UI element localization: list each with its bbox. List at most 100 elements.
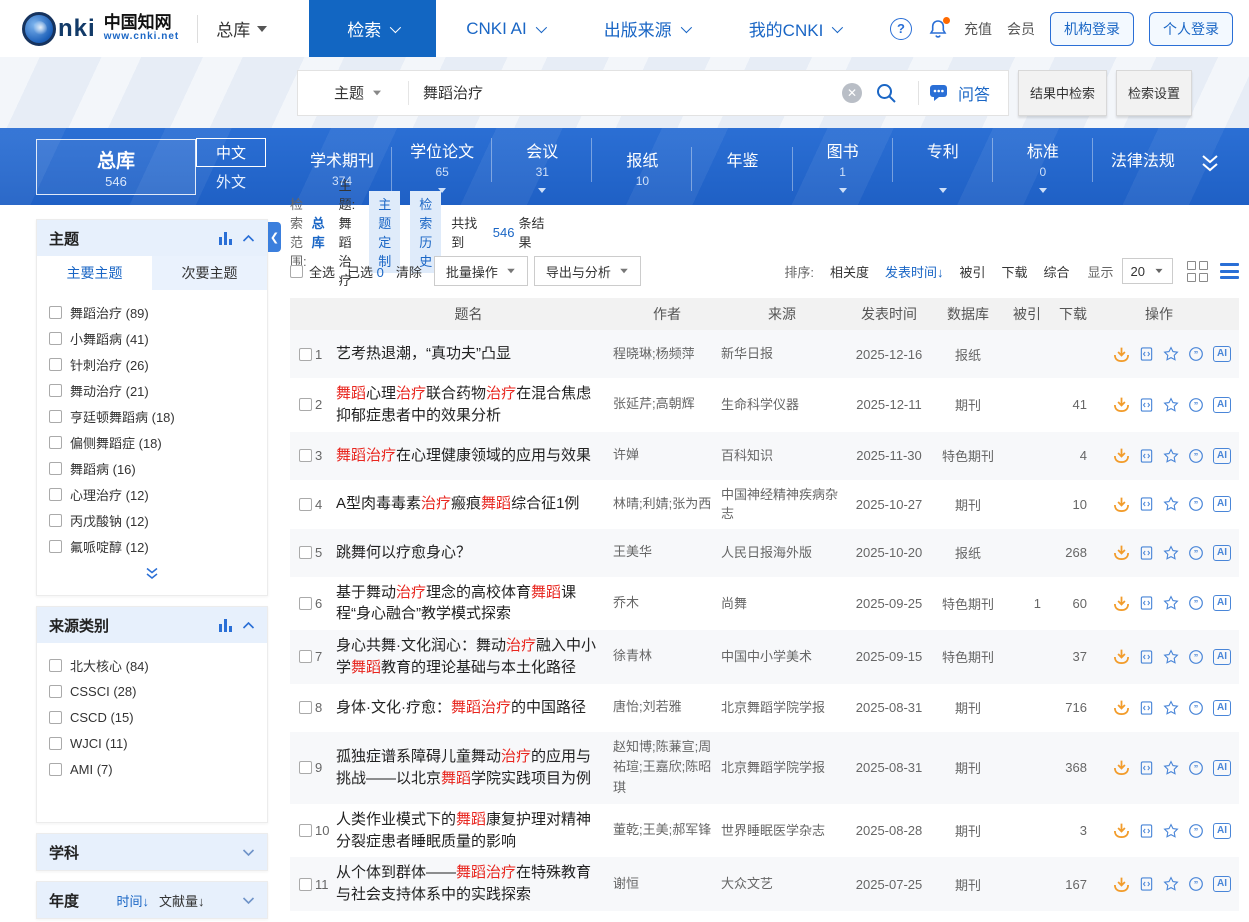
checkbox[interactable]: [49, 540, 62, 553]
checkbox[interactable]: [49, 659, 62, 672]
checkbox[interactable]: [49, 711, 62, 724]
result-source[interactable]: 北京舞蹈学院学报: [721, 698, 843, 718]
checkbox[interactable]: [49, 306, 62, 319]
search-icon[interactable]: [874, 81, 898, 105]
download-icon[interactable]: [1113, 699, 1130, 716]
row-checkbox[interactable]: [299, 878, 312, 891]
year-sort-time[interactable]: 时间↓: [116, 891, 149, 910]
subject-filter-丙戊酸钠[interactable]: 丙戊酸钠 (12): [49, 507, 255, 533]
subject-filter-舞蹈病[interactable]: 舞蹈病 (16): [49, 455, 255, 481]
collect-icon[interactable]: [1163, 700, 1179, 716]
checkbox[interactable]: [49, 410, 62, 423]
result-source[interactable]: 世界睡眠医学杂志: [721, 821, 843, 841]
search-settings-button[interactable]: 检索设置: [1116, 70, 1192, 116]
db-tab-报纸[interactable]: 报纸10: [592, 145, 692, 189]
row-checkbox[interactable]: [299, 449, 312, 462]
ai-icon[interactable]: AI: [1213, 760, 1231, 776]
checkbox[interactable]: [49, 384, 62, 397]
collect-icon[interactable]: [1163, 760, 1179, 776]
checkbox[interactable]: [49, 737, 62, 750]
row-checkbox[interactable]: [299, 597, 312, 610]
result-title-link[interactable]: 从个体到群体——舞蹈治疗在特殊教育与社会支持体系中的实践探索: [336, 862, 613, 906]
clear-selection-button[interactable]: 清除: [396, 262, 422, 281]
year-sort-volume[interactable]: 文献量↓: [159, 891, 205, 910]
result-authors[interactable]: 赵知博;陈蒹宣;周祐瑄;王嘉欣;陈昭琪: [613, 737, 721, 799]
result-title-link[interactable]: 身体·文化·疗愈：舞蹈治疗的中国路径: [336, 697, 613, 719]
row-checkbox[interactable]: [299, 701, 312, 714]
checkbox[interactable]: [49, 462, 62, 475]
nav-item-检索[interactable]: 检索: [309, 0, 436, 57]
checkbox[interactable]: [49, 514, 62, 527]
collect-icon[interactable]: [1163, 876, 1179, 892]
checkbox[interactable]: [49, 763, 62, 776]
source-filter-北大核心[interactable]: 北大核心 (84): [49, 652, 255, 678]
source-filter-CSCD[interactable]: CSCD (15): [49, 704, 255, 730]
row-checkbox[interactable]: [299, 824, 312, 837]
result-authors[interactable]: 谢恒: [613, 874, 721, 895]
subject-filter-小舞蹈病[interactable]: 小舞蹈病 (41): [49, 325, 255, 351]
subject-filter-舞动治疗[interactable]: 舞动治疗 (21): [49, 377, 255, 403]
cite-icon[interactable]: ”: [1188, 700, 1204, 716]
db-tab-法律法规[interactable]: 法律法规: [1093, 145, 1193, 189]
lang-tab-chinese[interactable]: 中文: [196, 138, 266, 167]
result-title-link[interactable]: 人类作业模式下的舞蹈康复护理对精神分裂症患者睡眠质量的影响: [336, 809, 613, 853]
bar-chart-icon[interactable]: [219, 619, 233, 632]
expand-more-icon[interactable]: [37, 563, 267, 595]
checkbox[interactable]: [49, 488, 62, 501]
result-source[interactable]: 北京舞蹈学院学报: [721, 758, 843, 778]
expand-section-icon[interactable]: [242, 848, 255, 857]
cite-icon[interactable]: ”: [1188, 823, 1204, 839]
checkbox[interactable]: [49, 332, 62, 345]
source-filter-AMI[interactable]: AMI (7): [49, 756, 255, 782]
html-read-icon[interactable]: [1139, 823, 1154, 839]
download-icon[interactable]: [1113, 876, 1130, 893]
source-filter-WJCI[interactable]: WJCI (11): [49, 730, 255, 756]
checkbox[interactable]: [49, 436, 62, 449]
row-checkbox[interactable]: [299, 498, 312, 511]
subject-filter-偏侧舞蹈症[interactable]: 偏侧舞蹈症 (18): [49, 429, 255, 455]
search-in-results-button[interactable]: 结果中检索: [1018, 70, 1107, 116]
db-tab-标准[interactable]: 标准0: [993, 136, 1093, 198]
download-icon[interactable]: [1113, 822, 1130, 839]
expand-section-icon[interactable]: [242, 896, 255, 905]
cite-icon[interactable]: ”: [1188, 760, 1204, 776]
row-checkbox[interactable]: [299, 761, 312, 774]
checkbox[interactable]: [49, 358, 62, 371]
result-authors[interactable]: 唐怡;刘若雅: [613, 697, 721, 718]
result-title-link[interactable]: 孤独症谱系障碍儿童舞动治疗的应用与挑战——以北京舞蹈学院实践项目为例: [336, 746, 613, 790]
db-tab-专利[interactable]: 专利: [893, 136, 993, 198]
source-filter-CSSCI[interactable]: CSSCI (28): [49, 678, 255, 704]
result-source[interactable]: 大众文艺: [721, 874, 843, 894]
lang-tab-foreign[interactable]: 外文: [196, 167, 266, 196]
scope-value[interactable]: 总库: [312, 213, 325, 251]
subject-filter-针刺治疗[interactable]: 针刺治疗 (26): [49, 351, 255, 377]
sidebar-collapse-handle[interactable]: ❮: [268, 222, 281, 252]
search-field-selector[interactable]: 主题: [298, 81, 409, 105]
download-icon[interactable]: [1113, 759, 1130, 776]
db-tab-total[interactable]: 总库 546: [36, 139, 196, 195]
db-tab-学位论文[interactable]: 学位论文65: [392, 136, 492, 198]
library-dropdown[interactable]: 总库: [216, 16, 267, 41]
ai-icon[interactable]: AI: [1213, 876, 1231, 892]
qa-button[interactable]: 问答: [929, 81, 1008, 105]
html-read-icon[interactable]: [1139, 876, 1154, 892]
clear-search-icon[interactable]: ✕: [842, 83, 862, 103]
db-tab-学术期刊[interactable]: 学术期刊374: [292, 145, 392, 189]
ai-icon[interactable]: AI: [1213, 700, 1231, 716]
db-tab-会议[interactable]: 会议31: [492, 136, 592, 198]
row-checkbox[interactable]: [299, 348, 312, 361]
select-all-checkbox[interactable]: [290, 265, 303, 278]
result-authors[interactable]: 董乾;王美;郝军锋: [613, 820, 721, 841]
checkbox[interactable]: [49, 685, 62, 698]
collapse-section-icon[interactable]: [242, 234, 255, 243]
expand-more-icon[interactable]: [1197, 153, 1223, 180]
db-tab-年鉴[interactable]: 年鉴: [692, 145, 792, 189]
db-tab-图书[interactable]: 图书1: [793, 136, 893, 198]
cite-icon[interactable]: ”: [1188, 876, 1204, 892]
ai-icon[interactable]: AI: [1213, 823, 1231, 839]
subject-filter-亨廷顿舞蹈病[interactable]: 亨廷顿舞蹈病 (18): [49, 403, 255, 429]
tab-secondary-subject[interactable]: 次要主题: [152, 256, 267, 290]
html-read-icon[interactable]: [1139, 760, 1154, 776]
select-all-label[interactable]: 全选: [309, 262, 335, 281]
row-checkbox[interactable]: [299, 546, 312, 559]
